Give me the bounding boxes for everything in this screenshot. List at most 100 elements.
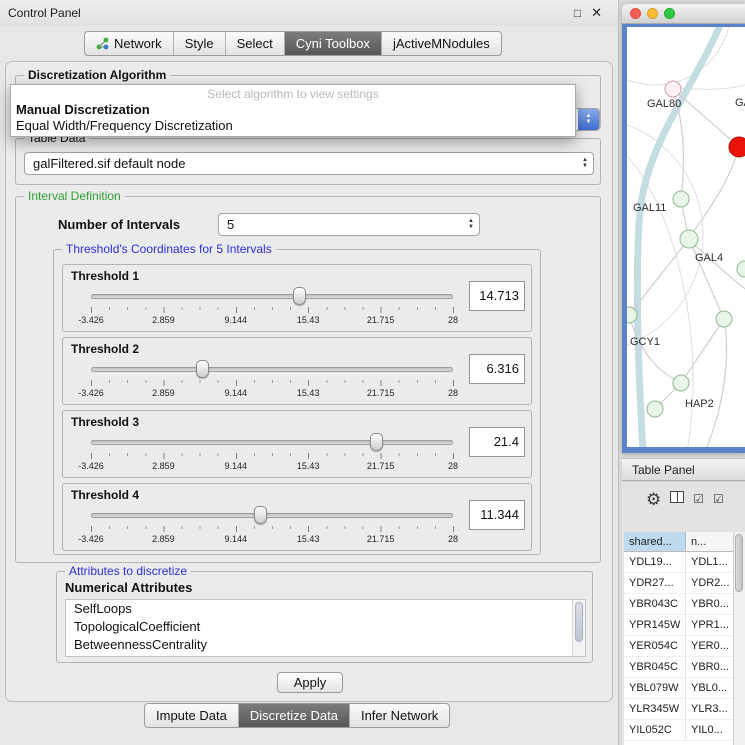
table-cell[interactable]: YDL19... [624, 552, 686, 572]
table-data-combobox[interactable]: galFiltered.sif default node ▲ ▼ [24, 152, 594, 175]
slider-thumb[interactable] [370, 433, 383, 451]
table-row[interactable]: YBL079WYBL0... [624, 678, 733, 699]
minimize-traffic-light-icon[interactable] [647, 8, 658, 19]
tick-label: 2.859 [152, 461, 175, 471]
apply-button[interactable]: Apply [277, 672, 343, 693]
stepper-down-icon: ▼ [582, 164, 588, 169]
network-node-selected[interactable] [729, 137, 745, 157]
network-node[interactable] [737, 261, 745, 277]
slider-thumb[interactable] [254, 506, 267, 524]
close-traffic-light-icon[interactable] [630, 8, 641, 19]
tab-select[interactable]: Select [225, 32, 284, 55]
table-scrollbar[interactable] [733, 532, 745, 745]
threshold-value-input[interactable]: 11.344 [469, 500, 525, 530]
slider-track[interactable] [91, 294, 453, 299]
number-of-intervals-combobox[interactable]: 5 ▲ ▼ [218, 213, 480, 236]
slider-thumb[interactable] [196, 360, 209, 378]
combobox-stepper-icon[interactable]: ▲ ▼ [463, 219, 479, 230]
table-row[interactable]: YDR27...YDR2... [624, 573, 733, 594]
zoom-traffic-light-icon[interactable] [664, 8, 675, 19]
slider-track[interactable] [91, 513, 453, 518]
table-cell[interactable]: YIL052C [624, 720, 686, 740]
column-header-name[interactable]: n... [686, 532, 733, 551]
attributes-to-discretize-group: Attributes to discretize Numerical Attri… [56, 571, 593, 663]
slider-thumb[interactable] [293, 287, 306, 305]
tab-infer-network[interactable]: Infer Network [349, 704, 449, 727]
table-cell[interactable]: YER054C [624, 636, 686, 656]
threshold-slider[interactable]: -3.4262.8599.14415.4321.71528 [91, 506, 453, 548]
float-window-icon[interactable]: □ [574, 6, 581, 20]
table-cell[interactable]: YDR2... [686, 573, 733, 593]
table-cell[interactable]: YBR0... [686, 594, 733, 614]
table-cell[interactable]: YLR345W [624, 699, 686, 719]
table-cell[interactable]: YER0... [686, 636, 733, 656]
interval-definition-group-title: Interval Definition [24, 189, 125, 203]
close-window-icon[interactable]: ✕ [591, 5, 602, 21]
threshold-slider[interactable]: -3.4262.8599.14415.4321.71528 [91, 433, 453, 475]
table-row[interactable]: YPR145WYPR1... [624, 615, 733, 636]
table-cell[interactable]: YLR3... [686, 699, 733, 719]
network-node[interactable] [716, 311, 732, 327]
select-all-checkbox-icon[interactable]: ☑ [693, 493, 704, 505]
network-node[interactable] [673, 191, 689, 207]
table-row[interactable]: YBR043CYBR0... [624, 594, 733, 615]
attribute-list-item[interactable]: TopologicalCoefficient [66, 618, 585, 636]
tab-style[interactable]: Style [173, 32, 225, 55]
network-node[interactable] [673, 375, 689, 391]
show-columns-checkbox-icon[interactable]: ☑ [713, 493, 724, 505]
threshold-value-input[interactable]: 6.316 [469, 354, 525, 384]
columns-icon[interactable] [670, 490, 684, 508]
network-canvas[interactable]: GAL80 GAL11 GAL4 GCY1 HAP2 GA [627, 27, 745, 447]
slider-major-ticks [91, 526, 454, 532]
tick-label: -3.426 [78, 461, 104, 471]
combobox-stepper-icon[interactable]: ▲ ▼ [577, 158, 593, 169]
table-cell[interactable]: YDR27... [624, 573, 686, 593]
tab-impute-data[interactable]: Impute Data [145, 704, 238, 727]
table-scrollbar-thumb[interactable] [735, 534, 743, 592]
tab-cyni-toolbox[interactable]: Cyni Toolbox [284, 32, 381, 55]
tab-network[interactable]: Network [85, 32, 173, 55]
tab-jactivemnodules[interactable]: jActiveMNodules [381, 32, 501, 55]
table-row[interactable]: YIL052CYIL0... [624, 720, 733, 741]
gear-icon[interactable]: ⚙ [646, 491, 661, 508]
table-cell[interactable]: YPR1... [686, 615, 733, 635]
table-cell[interactable]: YPR145W [624, 615, 686, 635]
table-row[interactable]: YLR345WYLR3... [624, 699, 733, 720]
threshold-slider[interactable]: -3.4262.8599.14415.4321.71528 [91, 360, 453, 402]
tab-discretize-data[interactable]: Discretize Data [238, 704, 349, 727]
column-header-shared-name[interactable]: shared... [624, 532, 686, 551]
network-node[interactable] [665, 81, 681, 97]
window-buttons: □ ✕ [574, 5, 602, 21]
table-panel-title: Table Panel [632, 463, 695, 477]
table-cell[interactable]: YBR043C [624, 594, 686, 614]
tick-label: 9.144 [225, 461, 248, 471]
table-row[interactable]: YDL19...YDL1... [624, 552, 733, 573]
network-node[interactable] [647, 401, 663, 417]
threshold-slider[interactable]: -3.4262.8599.14415.4321.71528 [91, 287, 453, 329]
attribute-list-item[interactable]: BetweennessCentrality [66, 636, 585, 654]
table-cell[interactable]: YIL0... [686, 720, 733, 740]
network-nodes [627, 81, 745, 417]
threshold-label: Threshold 1 [71, 269, 139, 283]
table-row[interactable]: YER054CYER0... [624, 636, 733, 657]
attribute-list-item[interactable]: SelfLoops [66, 600, 585, 618]
attributes-scrollbar[interactable] [572, 600, 585, 656]
network-node[interactable] [680, 230, 698, 248]
table-cell[interactable]: YBR0... [686, 657, 733, 677]
slider-track[interactable] [91, 440, 453, 445]
table-cell[interactable]: YBR045C [624, 657, 686, 677]
dropdown-option-equal-width-frequency-discretization[interactable]: Equal Width/Frequency Discretization [11, 118, 575, 134]
control-panel-window: Control Panel □ ✕ NetworkStyleSelectCyni… [0, 0, 619, 745]
threshold-label: Threshold 2 [71, 342, 139, 356]
table-cell[interactable]: YBL079W [624, 678, 686, 698]
table-cell[interactable]: YDL1... [686, 552, 733, 572]
table-cell[interactable]: YBL0... [686, 678, 733, 698]
tick-label: 9.144 [225, 388, 248, 398]
table-row[interactable]: YBR045CYBR0... [624, 657, 733, 678]
dropdown-option-manual-discretization[interactable]: Manual Discretization [11, 102, 575, 118]
threshold-value-input[interactable]: 21.4 [469, 427, 525, 457]
slider-track[interactable] [91, 367, 453, 372]
attributes-scrollbar-thumb[interactable] [575, 602, 583, 642]
threshold-value-input[interactable]: 14.713 [469, 281, 525, 311]
combobox-stepper-icon[interactable]: ▲ ▼ [578, 109, 599, 130]
